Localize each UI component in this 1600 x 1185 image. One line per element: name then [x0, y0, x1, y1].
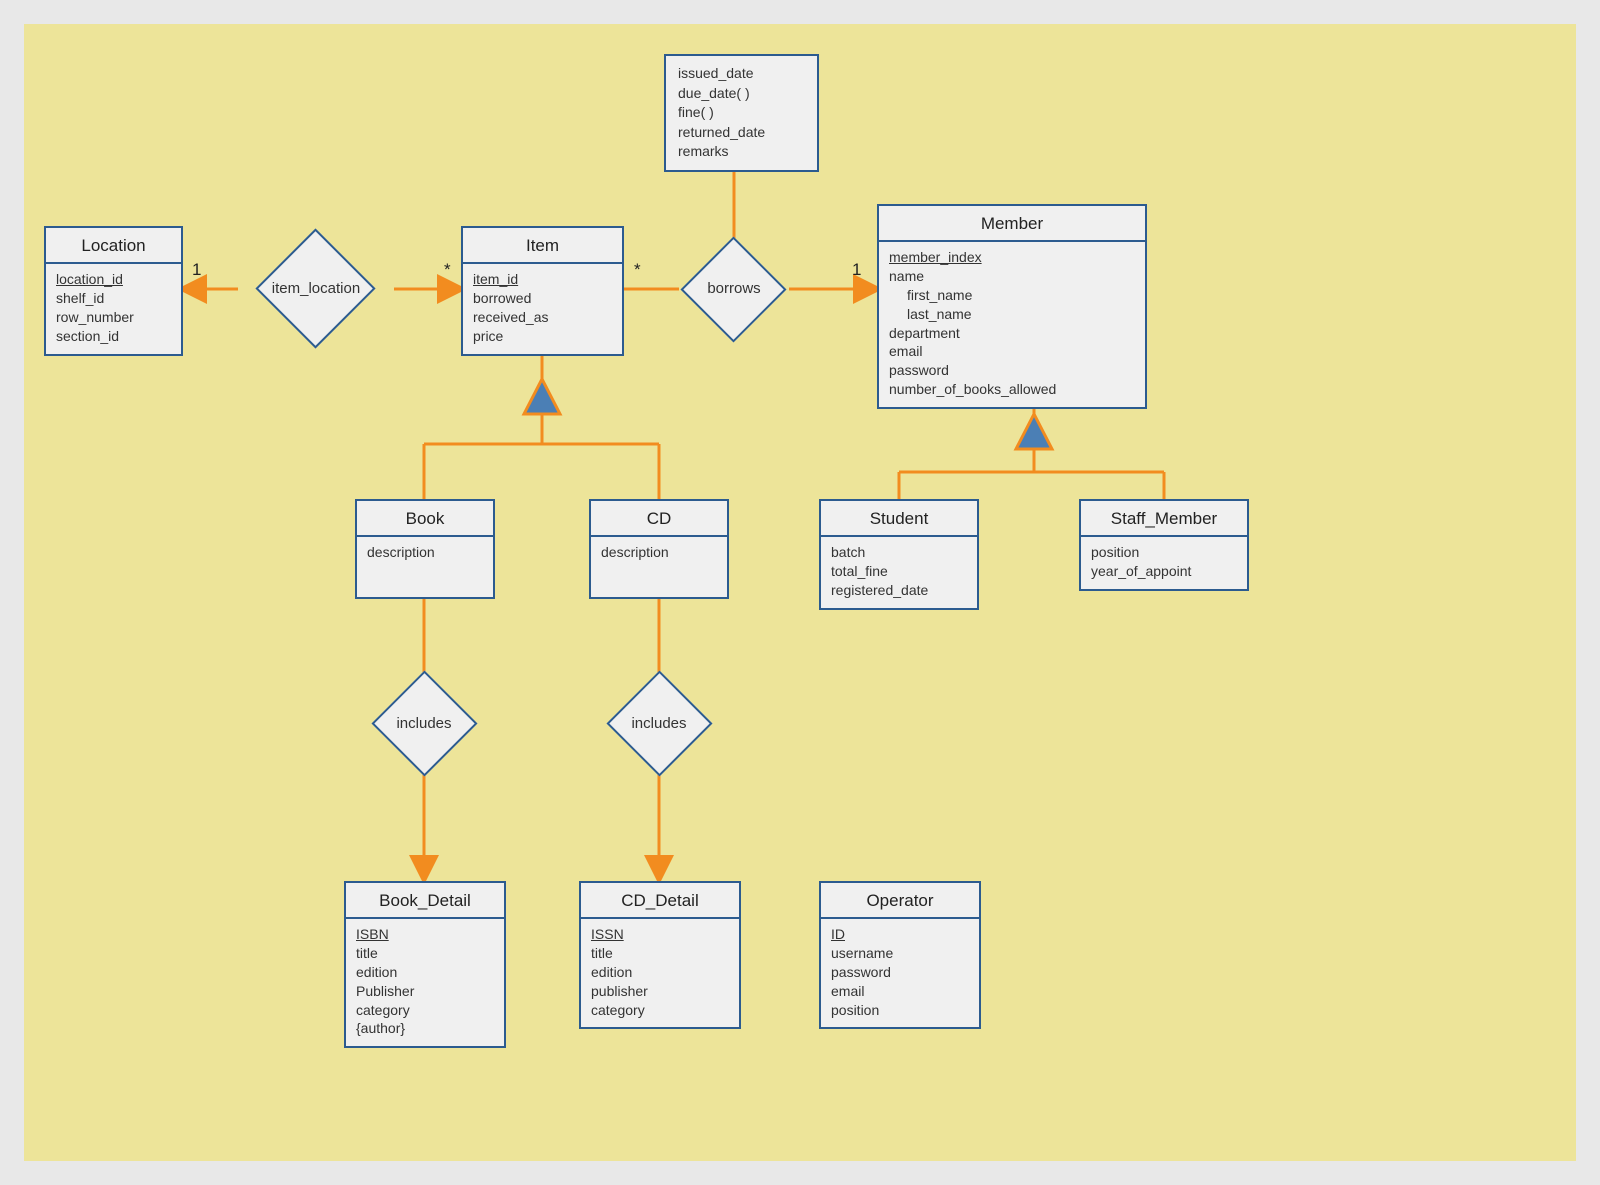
field: email	[831, 982, 969, 1001]
field: section_id	[56, 327, 171, 346]
entity-book-detail: Book_Detail ISBN title edition Publisher…	[344, 881, 506, 1048]
entity-title: Book_Detail	[346, 883, 504, 919]
field: department	[889, 324, 1135, 343]
borrows-attributes: issued_date due_date( ) fine( ) returned…	[664, 54, 819, 172]
entity-operator: Operator ID username password email posi…	[819, 881, 981, 1029]
field: first_name	[889, 286, 1135, 305]
entity-body: item_id borrowed received_as price	[463, 264, 622, 354]
field: edition	[591, 963, 729, 982]
field: ISSN	[591, 925, 729, 944]
entity-student: Student batch total_fine registered_date	[819, 499, 979, 610]
entity-body: location_id shelf_id row_number section_…	[46, 264, 181, 354]
field: ISBN	[356, 925, 494, 944]
entity-title: Staff_Member	[1081, 501, 1247, 537]
attr: returned_date	[678, 123, 805, 143]
entity-location: Location location_id shelf_id row_number…	[44, 226, 183, 356]
entity-body: ID username password email position	[821, 919, 979, 1027]
field: Publisher	[356, 982, 494, 1001]
entity-title: Location	[46, 228, 181, 264]
field: member_index	[889, 248, 1135, 267]
field: total_fine	[831, 562, 967, 581]
field: {author}	[356, 1019, 494, 1038]
entity-title: Operator	[821, 883, 979, 919]
attr: remarks	[678, 142, 805, 162]
field: borrowed	[473, 289, 612, 308]
field: description	[367, 543, 483, 562]
field: username	[831, 944, 969, 963]
field: registered_date	[831, 581, 967, 600]
field: position	[831, 1001, 969, 1020]
entity-body: ISSN title edition publisher category	[581, 919, 739, 1027]
attr: issued_date	[678, 64, 805, 84]
field: position	[1091, 543, 1237, 562]
entity-item: Item item_id borrowed received_as price	[461, 226, 624, 356]
entity-title: CD_Detail	[581, 883, 739, 919]
relationship-item-location	[255, 228, 375, 348]
entity-cd: CD description	[589, 499, 729, 599]
field: received_as	[473, 308, 612, 327]
entity-cd-detail: CD_Detail ISSN title edition publisher c…	[579, 881, 741, 1029]
entity-title: CD	[591, 501, 727, 537]
entity-book: Book description	[355, 499, 495, 599]
attr: fine( )	[678, 103, 805, 123]
field: price	[473, 327, 612, 346]
entity-title: Student	[821, 501, 977, 537]
field: description	[601, 543, 717, 562]
entity-title: Item	[463, 228, 622, 264]
entity-body: ISBN title edition Publisher category {a…	[346, 919, 504, 1046]
entity-staff-member: Staff_Member position year_of_appoint	[1079, 499, 1249, 591]
field: email	[889, 342, 1135, 361]
cardinality-one: 1	[192, 260, 201, 280]
entity-member: Member member_index name first_name last…	[877, 204, 1147, 409]
field: location_id	[56, 270, 171, 289]
field: title	[356, 944, 494, 963]
field: password	[831, 963, 969, 982]
field: ID	[831, 925, 969, 944]
field: title	[591, 944, 729, 963]
entity-title: Member	[879, 206, 1145, 242]
diagram-canvas: issued_date due_date( ) fine( ) returned…	[0, 0, 1600, 1185]
entity-body: description	[357, 537, 493, 570]
field: publisher	[591, 982, 729, 1001]
field: batch	[831, 543, 967, 562]
connector-lines	[24, 24, 1576, 1161]
cardinality-star: *	[444, 260, 451, 280]
field: name	[889, 267, 1135, 286]
entity-body: member_index name first_name last_name d…	[879, 242, 1145, 407]
field: item_id	[473, 270, 612, 289]
entity-body: position year_of_appoint	[1081, 537, 1247, 589]
field: password	[889, 361, 1135, 380]
cardinality-star: *	[634, 260, 641, 280]
entity-title: Book	[357, 501, 493, 537]
field: year_of_appoint	[1091, 562, 1237, 581]
entity-body: batch total_fine registered_date	[821, 537, 977, 608]
field: edition	[356, 963, 494, 982]
field: category	[591, 1001, 729, 1020]
field: shelf_id	[56, 289, 171, 308]
field: row_number	[56, 308, 171, 327]
diagram-inner: issued_date due_date( ) fine( ) returned…	[24, 24, 1576, 1161]
cardinality-one: 1	[852, 260, 861, 280]
relationship-borrows	[680, 236, 786, 342]
field: last_name	[889, 305, 1135, 324]
entity-body: description	[591, 537, 727, 570]
field: category	[356, 1001, 494, 1020]
attr: due_date( )	[678, 84, 805, 104]
relationship-includes-book	[371, 670, 477, 776]
relationship-includes-cd	[606, 670, 712, 776]
field: number_of_books_allowed	[889, 380, 1135, 399]
